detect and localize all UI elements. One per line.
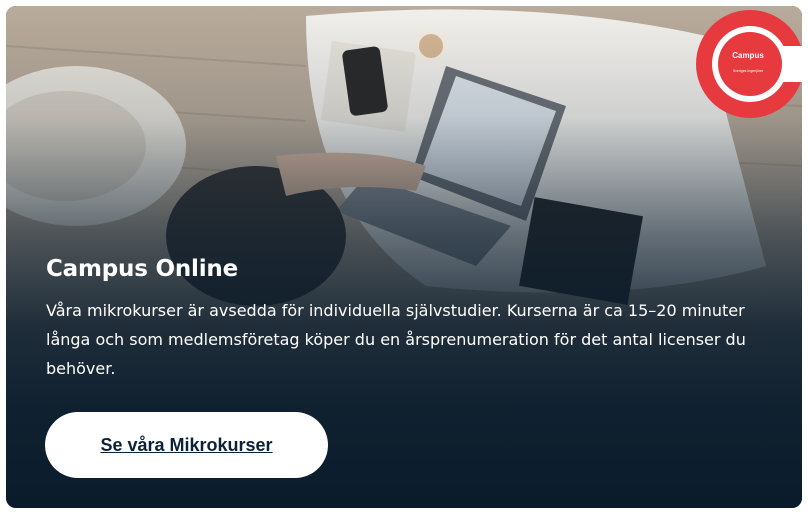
microcourses-button-label[interactable]: Se våra Mikrokurser [100,435,272,456]
card-title: Campus Online [46,256,238,282]
microcourses-button[interactable]: Se våra Mikrokurser [45,412,328,478]
campus-online-card: Campus Sveriges Ingenjörer Campus Online… [6,6,802,508]
card-description: Våra mikrokurser är avsedda för individu… [46,301,746,378]
logo-subtext: Sveriges Ingenjörer [733,69,764,73]
campus-logo: Campus Sveriges Ingenjörer [696,10,802,118]
logo-text: Campus [732,51,764,60]
